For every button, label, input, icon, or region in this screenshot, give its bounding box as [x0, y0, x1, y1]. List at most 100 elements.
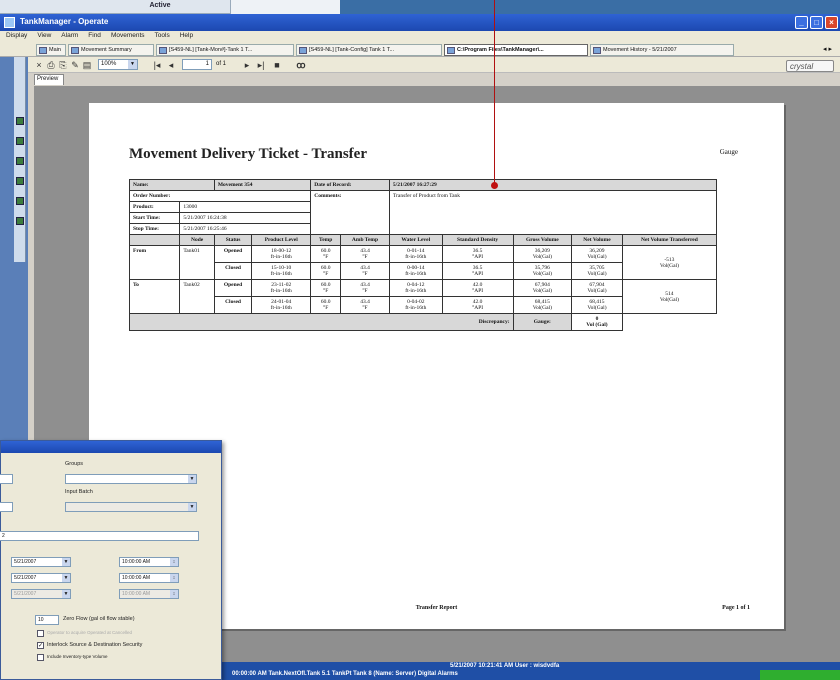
- binoculars-icon[interactable]: ꝏ: [296, 60, 306, 70]
- table-cell: 43.4 °F: [340, 262, 390, 280]
- stop-icon[interactable]: ■: [272, 60, 282, 70]
- panel-icon[interactable]: [16, 177, 24, 185]
- chevron-down-icon: ▼: [62, 574, 70, 582]
- column-header: Water Level: [388, 234, 443, 246]
- toggle-tree-icon[interactable]: ▤: [82, 60, 92, 70]
- column-header: Product Level: [251, 234, 312, 246]
- cell-unit: Vol(Gal): [587, 305, 607, 311]
- first-page-icon[interactable]: |◂: [152, 60, 162, 70]
- close-report-icon[interactable]: ×: [34, 60, 44, 70]
- callout-dot: [491, 182, 498, 189]
- start-time-picker[interactable]: 10:00:00 AM ↕: [119, 557, 179, 567]
- date-value: 5/21/2007: [14, 559, 37, 565]
- start-value: 5/21/2007 16:24:38: [179, 212, 312, 224]
- table-cell: 67,904 Vol(Gal): [571, 279, 623, 297]
- print-icon[interactable]: ⎘: [58, 60, 68, 70]
- menu-tools[interactable]: Tools: [155, 32, 170, 43]
- preview-tab[interactable]: Preview: [34, 74, 64, 85]
- zero-flow-stepper[interactable]: 10: [35, 615, 59, 625]
- tab-movement-history[interactable]: Movement History - 5/21/2007: [590, 44, 734, 56]
- option-label-disabled: Operator to acquire Operated at Cancelle…: [47, 630, 133, 635]
- end-date-picker[interactable]: 5/21/2007 ▼: [11, 573, 71, 583]
- product-label: Product:: [128, 201, 181, 213]
- interlock-checkbox[interactable]: ✓: [37, 642, 44, 649]
- end-time-picker[interactable]: 10:00:00 AM ↕: [119, 573, 179, 583]
- cell-unit: Vol(Gal): [532, 254, 552, 260]
- left-field-2[interactable]: [0, 502, 13, 512]
- table-cell: 68,415 Vol(Gal): [571, 296, 623, 314]
- menu-bar: Display View Alarm Find Movements Tools …: [0, 31, 840, 43]
- page-number-input[interactable]: 1: [182, 59, 212, 70]
- cell-unit: ft-in-16th: [270, 288, 292, 294]
- table-cell: 43.4 °F: [340, 296, 390, 314]
- tab-report-file[interactable]: C:\Program Files\TankManager\...: [444, 44, 588, 56]
- cell-unit: °F: [362, 305, 368, 311]
- tab-scroll-arrows-icon[interactable]: ◂ ▸: [823, 45, 832, 53]
- third-time-picker[interactable]: 10:00:00 AM ↕: [119, 589, 179, 599]
- transfer-from-cell: -513 Vol(Gal): [621, 245, 718, 280]
- menu-help[interactable]: Help: [180, 32, 193, 43]
- prev-page-icon[interactable]: ◂: [166, 60, 176, 70]
- option-checkbox-disabled[interactable]: [37, 630, 44, 637]
- close-button[interactable]: ×: [825, 16, 838, 29]
- menu-find[interactable]: Find: [88, 32, 101, 43]
- cell-unit: °F: [362, 254, 368, 260]
- time-value: 10:00:00 AM: [122, 575, 151, 581]
- tab-tank-config[interactable]: [S459-NL] [Tank-Config] Tank 1 T...: [296, 44, 442, 56]
- left-field-1[interactable]: [0, 474, 13, 484]
- column-header: Standard Density: [441, 234, 514, 246]
- refresh-icon[interactable]: ✎: [70, 60, 80, 70]
- next-page-icon[interactable]: ▸: [242, 60, 252, 70]
- menu-movements[interactable]: Movements: [111, 32, 145, 43]
- report-footer-page: Page 1 of 1: [722, 605, 750, 611]
- report-toolbar: × ⎙ ⎘ ✎ ▤ 100% ▼ |◂ ◂ 1 of 1 ▸ ▸| ■ ꝏ cry…: [28, 57, 840, 73]
- third-date-picker[interactable]: 5/21/2007 ▼: [11, 589, 71, 599]
- status-user-line: 5/21/2007 10:21:41 AM User : wisdvdfa: [450, 663, 560, 669]
- start-date-picker[interactable]: 5/21/2007 ▼: [11, 557, 71, 567]
- cell-unit: °API: [472, 254, 484, 260]
- app-icon: [4, 17, 15, 28]
- table-cell: 0-04-12 ft-in-16th: [388, 279, 443, 297]
- panel-icon[interactable]: [16, 137, 24, 145]
- cell-unit: °F: [323, 288, 329, 294]
- tab-main[interactable]: Main: [36, 44, 66, 56]
- report-table: Name: Movement 354 Date of Record: 5/21/…: [128, 179, 718, 331]
- export-icon[interactable]: ⎙: [46, 60, 56, 70]
- column-header: Net Volume: [571, 234, 623, 246]
- zero-flow-value: 10: [38, 617, 44, 623]
- minimize-button[interactable]: _: [795, 16, 808, 29]
- cell-unit: ft-in-16th: [270, 305, 292, 311]
- transfer-to-cell: 514 Vol(Gal): [621, 279, 718, 314]
- table-cell: 36,209 Vol(Gal): [512, 245, 573, 263]
- panel-icon[interactable]: [16, 217, 24, 225]
- input-batch-label: Input Batch: [65, 489, 93, 495]
- tab-label: [S459-NL] [Tank-Mon#]-Tank 1 T...: [169, 47, 253, 53]
- cell-unit: Vol(Gal): [587, 254, 607, 260]
- tab-label: Main: [49, 47, 61, 53]
- id-value: 2: [2, 533, 5, 539]
- spin-icon: ↕: [170, 590, 178, 598]
- cell-unit: °F: [362, 271, 368, 277]
- panel-icon[interactable]: [16, 197, 24, 205]
- panel-icon[interactable]: [16, 117, 24, 125]
- row-status: Closed: [213, 296, 253, 314]
- date-label: Date of Record:: [310, 179, 390, 191]
- input-batch-select[interactable]: ▼: [65, 502, 197, 512]
- last-page-icon[interactable]: ▸|: [256, 60, 266, 70]
- table-cell: 35,705 Vol(Gal): [571, 262, 623, 280]
- panel-icon[interactable]: [16, 157, 24, 165]
- zero-flow-label: Zero Flow (gal oil flow stable): [63, 616, 135, 622]
- menu-alarm[interactable]: Alarm: [61, 32, 78, 43]
- menu-view[interactable]: View: [37, 32, 51, 43]
- table-cell: 24-01-04 ft-in-16th: [251, 296, 312, 314]
- zoom-select[interactable]: 100% ▼: [98, 59, 138, 70]
- name-label: Name:: [129, 179, 215, 191]
- include-checkbox[interactable]: [37, 654, 44, 661]
- tab-tank-monitor[interactable]: [S459-NL] [Tank-Mon#]-Tank 1 T...: [156, 44, 294, 56]
- column-header: Node: [179, 234, 215, 246]
- maximize-button[interactable]: □: [810, 16, 823, 29]
- id-field[interactable]: 2: [0, 531, 199, 541]
- menu-display[interactable]: Display: [6, 32, 27, 43]
- groups-select[interactable]: ▼: [65, 474, 197, 484]
- tab-movement-summary[interactable]: Movement Summary: [68, 44, 154, 56]
